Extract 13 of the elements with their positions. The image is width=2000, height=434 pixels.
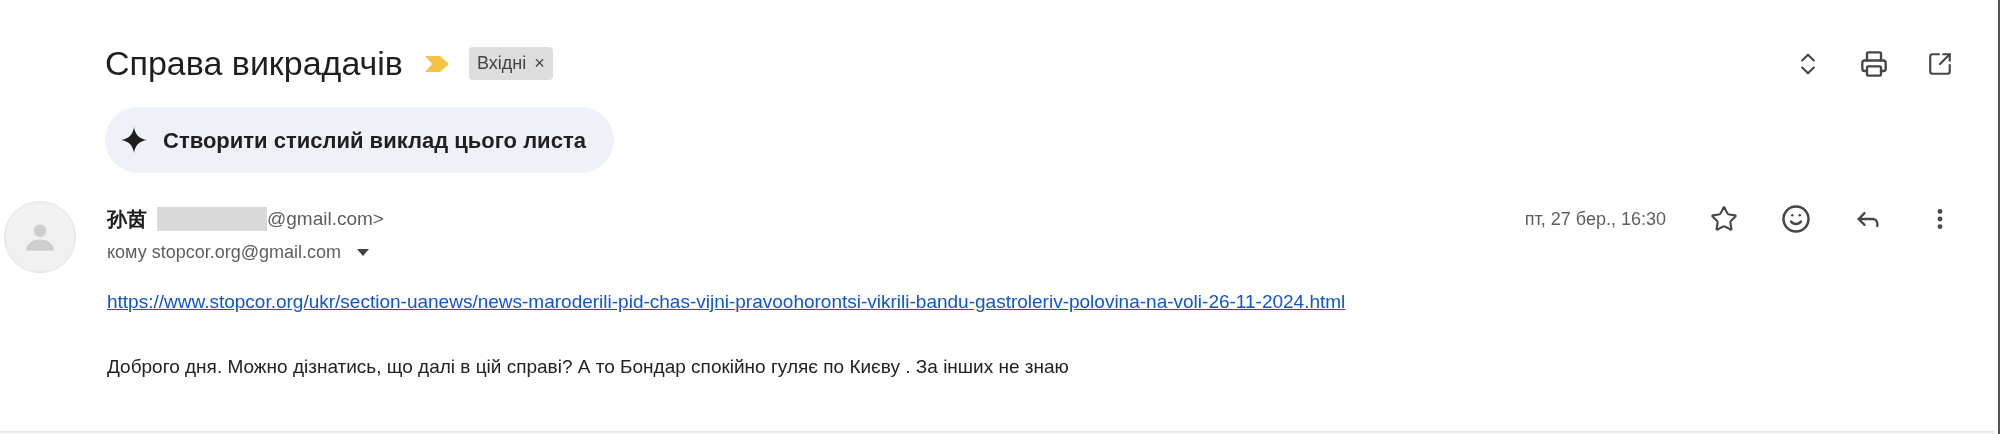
dropdown-caret-icon[interactable]	[357, 249, 369, 256]
message-date: пт, 27 бер., 16:30	[1524, 207, 1666, 231]
sparkle-icon	[121, 127, 147, 153]
sender-address: @gmail.com>	[267, 206, 384, 231]
article-link[interactable]: https://www.stopcor.org/ukr/section-uanews/news-maroderili-pid-chas-vijni-pravoohorontsi-vikrili-bandu-gastroleriv-polovina-na-voli-26-11-2024.html	[107, 291, 1346, 312]
recipient-line: кому stopcor.org@gmail.com	[107, 241, 341, 264]
email-subject: Справа викрадачів	[105, 43, 403, 84]
person-icon	[25, 222, 55, 252]
label-chip[interactable]: Вхідні ×	[468, 47, 553, 80]
sender-name: 孙茵	[107, 207, 147, 232]
message-body: Доброго дня. Можно дізнатись, що далі в цій справі? А то Бондар спокійно гуляє по Києву . За інших не знаю	[107, 354, 1070, 379]
importance-marker-icon[interactable]	[424, 55, 449, 72]
summarize-button[interactable]: Створити стислий виклад цього листа	[105, 107, 614, 173]
